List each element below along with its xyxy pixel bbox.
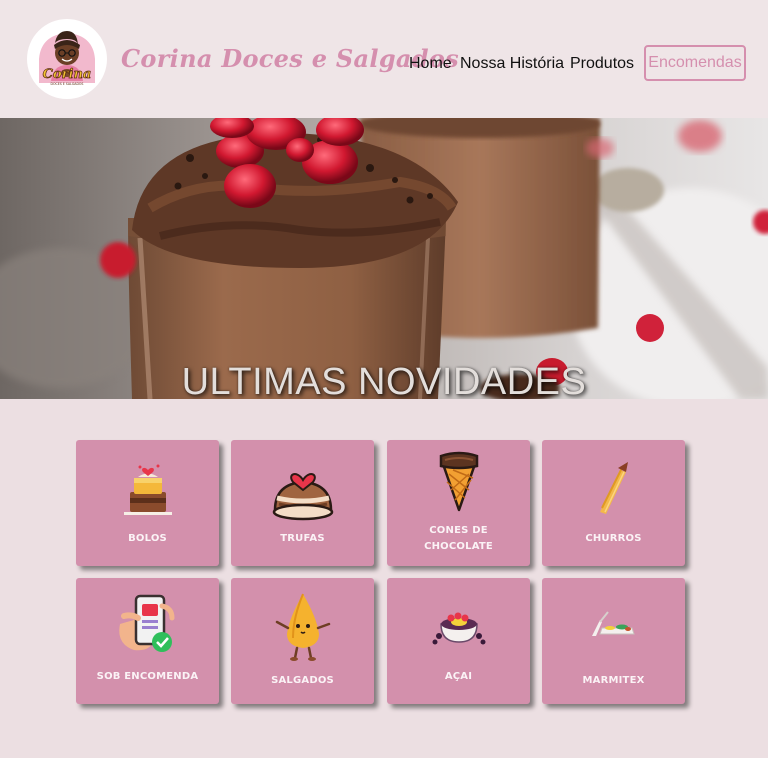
category-card-trufas[interactable]: TRUFAS xyxy=(231,440,374,566)
order-button[interactable]: Encomendas xyxy=(644,45,746,81)
category-card-cones[interactable]: CONES DE CHOCOLATE xyxy=(387,440,530,566)
svg-text:DOCES E SALGADOS: DOCES E SALGADOS xyxy=(51,82,84,86)
category-card-marmitex[interactable]: MARMITEX xyxy=(542,578,685,704)
hero-title: ULTIMAS NOVIDADES xyxy=(181,361,587,399)
logo[interactable]: Corina DOCES E SALGADOS xyxy=(27,19,107,99)
nav-history[interactable]: Nossa História xyxy=(460,55,564,73)
chocolate-cone-icon xyxy=(439,451,479,512)
category-label: BOLOS xyxy=(128,533,167,544)
phone-order-icon xyxy=(119,594,175,652)
churro-icon xyxy=(600,462,628,514)
acai-bowl-icon xyxy=(432,612,486,645)
nav-products[interactable]: Produtos xyxy=(570,55,634,73)
svg-text:Corina: Corina xyxy=(43,67,92,82)
site-header: Corina DOCES E SALGADOS Corina Doces e S… xyxy=(0,0,768,118)
category-card-churros[interactable]: CHURROS xyxy=(542,440,685,566)
hero-banner: ULTIMAS NOVIDADES xyxy=(0,118,768,399)
coxinha-icon xyxy=(275,593,331,661)
lunchbox-icon xyxy=(592,611,635,636)
category-label: AÇAI xyxy=(444,671,473,682)
truffle-icon xyxy=(272,473,334,521)
category-label: SOB ENCOMENDA xyxy=(96,671,199,682)
cake-icon xyxy=(124,464,172,515)
category-label: CHURROS xyxy=(585,533,642,544)
category-label: SALGADOS xyxy=(271,675,334,686)
category-label: CONES DE CHOCOLATE xyxy=(424,525,493,552)
category-label: TRUFAS xyxy=(280,533,325,544)
category-label: MARMITEX xyxy=(582,675,645,686)
category-card-acai[interactable]: AÇAI xyxy=(387,578,530,704)
category-card-bolos[interactable]: BOLOS xyxy=(76,440,219,566)
nav-home[interactable]: Home xyxy=(409,55,452,73)
category-card-sob-encomenda[interactable]: SOB ENCOMENDA xyxy=(76,578,219,704)
hero-image xyxy=(0,118,768,399)
category-card-salgados[interactable]: SALGADOS xyxy=(231,578,374,704)
